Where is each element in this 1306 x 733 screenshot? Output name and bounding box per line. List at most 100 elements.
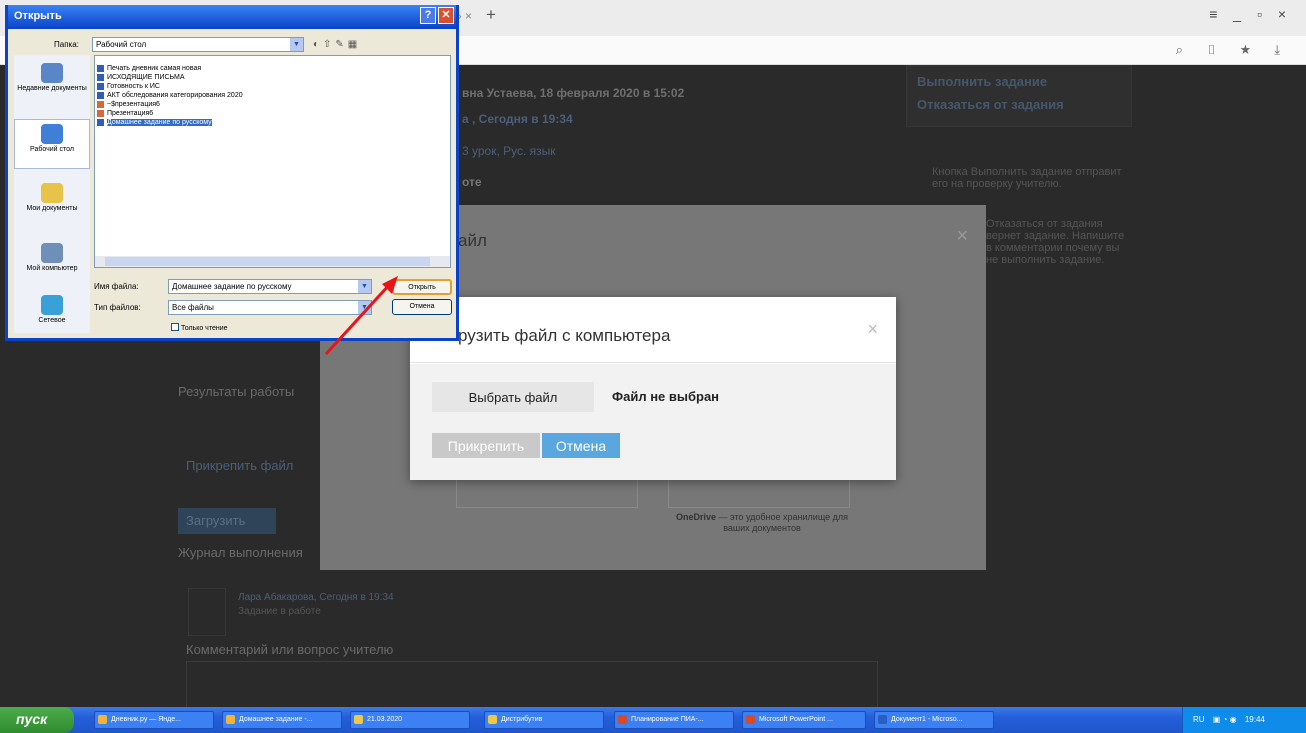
place-label: Рабочий стол bbox=[30, 146, 74, 153]
recent-documents-icon bbox=[41, 63, 63, 83]
place-network[interactable]: Сетевое bbox=[14, 291, 90, 341]
scrollbar-thumb[interactable] bbox=[105, 257, 430, 266]
refuse-task-link[interactable]: Отказаться от задания bbox=[907, 89, 1131, 112]
journal-entry-name[interactable]: Лара Абакарова, Сегодня в 19:34 bbox=[238, 592, 394, 603]
horizontal-scrollbar[interactable] bbox=[95, 256, 450, 267]
taskbar-item-label: Домашнее задание -... bbox=[239, 716, 313, 723]
file-name: ИСХОДЯЩИЕ ПИСЬМА bbox=[107, 74, 185, 81]
open-dialog-title: Открыть bbox=[14, 10, 62, 22]
lesson-link[interactable]: 3 урок, Рус. язык bbox=[462, 144, 556, 158]
place-recent-documents[interactable]: Недавние документы bbox=[14, 59, 90, 109]
task-update-link[interactable]: а , Сегодня в 19:34 bbox=[462, 112, 573, 126]
taskbar-item-label: Планирование ПИА-... bbox=[631, 716, 704, 723]
close-button[interactable]: ✕ bbox=[438, 7, 454, 24]
folder-icon bbox=[354, 715, 363, 724]
chevron-down-icon[interactable]: ▼ bbox=[290, 38, 303, 51]
choose-file-button[interactable]: Выбрать файл bbox=[432, 382, 594, 412]
complete-hint: Кнопка Выполнить задание отправит его на… bbox=[932, 166, 1122, 190]
filename-value: Домашнее задание по русскому bbox=[172, 282, 292, 291]
checkbox-icon[interactable] bbox=[171, 323, 179, 331]
clock[interactable]: 19:44 bbox=[1245, 715, 1265, 724]
open-dialog-titlebar[interactable]: Открыть ? ✕ bbox=[8, 5, 456, 29]
journal-avatar bbox=[188, 588, 226, 636]
taskbar-item[interactable]: Дневник.ру — Янде... bbox=[94, 711, 214, 729]
help-button[interactable]: ? bbox=[420, 7, 436, 24]
file-name: АКТ обследования категорирования 2020 bbox=[107, 92, 243, 99]
journal-label: Журнал выполнения bbox=[178, 545, 303, 560]
upload-button-bg[interactable]: Загрузить bbox=[178, 508, 276, 534]
tray-icons[interactable]: ▣ ◔ ◉ bbox=[1213, 715, 1237, 724]
close-icon[interactable]: × bbox=[867, 319, 878, 340]
folder-toolbar[interactable]: ◐⇧✎▦ bbox=[313, 39, 361, 50]
my-documents-icon bbox=[41, 183, 63, 203]
place-my-computer[interactable]: Мой компьютер bbox=[14, 239, 90, 289]
upload-dialog-header: рузить файл с компьютера × bbox=[410, 297, 896, 363]
folder-select[interactable]: Рабочий стол ▼ bbox=[92, 37, 304, 52]
taskbar-item-label: Дневник.ру — Янде... bbox=[111, 716, 181, 723]
my-computer-icon bbox=[41, 243, 63, 263]
onedrive-text: — это удобное хранилище для ваших докуме… bbox=[716, 512, 849, 533]
task-author-line: вна Устаева, 18 февраля 2020 в 15:02 bbox=[462, 86, 685, 100]
comment-textarea[interactable] bbox=[186, 661, 878, 707]
document-icon bbox=[97, 119, 104, 126]
close-icon[interactable]: × bbox=[956, 225, 968, 248]
new-tab-button[interactable]: + bbox=[486, 5, 496, 25]
file-item[interactable]: АКТ обследования категорирования 2020 bbox=[95, 91, 450, 100]
file-item[interactable]: ИСХОДЯЩИЕ ПИСЬМА bbox=[95, 73, 450, 82]
document-icon bbox=[97, 65, 104, 72]
browser-icon bbox=[226, 715, 235, 724]
place-my-documents[interactable]: Мои документы bbox=[14, 179, 90, 229]
file-name: Презентация6 bbox=[107, 110, 154, 117]
place-desktop[interactable]: Рабочий стол bbox=[14, 119, 90, 169]
taskbar-item[interactable]: 21.03.2020 bbox=[350, 711, 470, 729]
complete-task-link[interactable]: Выполнить задание bbox=[907, 66, 1131, 89]
places-bar: Недавние документы Рабочий стол Мои доку… bbox=[14, 55, 90, 333]
address-bar-icons[interactable]: ⌕ ▯ ★ ⤓ bbox=[1176, 42, 1290, 58]
taskbar-item[interactable]: Дистрибутив bbox=[484, 711, 604, 729]
section-heading: оте bbox=[462, 175, 482, 189]
taskbar-item-label: 21.03.2020 bbox=[367, 716, 403, 723]
taskbar-item-label: Microsoft PowerPoint ... bbox=[759, 716, 833, 723]
filetype-value: Все файлы bbox=[172, 303, 214, 312]
language-indicator[interactable]: RU bbox=[1193, 715, 1205, 724]
file-list[interactable]: Печать дневник самая новая ИСХОДЯЩИЕ ПИС… bbox=[94, 55, 451, 268]
taskbar-item[interactable]: Документ1 - Microso... bbox=[874, 711, 994, 729]
window-controls[interactable]: ≡ _ ▫ × bbox=[1209, 6, 1292, 22]
taskbar-item-label: Дистрибутив bbox=[501, 716, 543, 723]
start-button[interactable]: пуск bbox=[0, 707, 74, 733]
attach-button[interactable]: Прикрепить bbox=[432, 433, 540, 458]
taskbar-item[interactable]: Домашнее задание -... bbox=[222, 711, 342, 729]
presentation-icon bbox=[97, 110, 104, 117]
place-label: Недавние документы bbox=[17, 85, 87, 92]
readonly-checkbox[interactable]: Только чтение bbox=[171, 323, 228, 332]
computer-source-tile[interactable] bbox=[456, 480, 638, 508]
file-name: Печать дневник самая новая bbox=[107, 65, 202, 72]
place-label: Мой компьютер bbox=[26, 265, 78, 272]
readonly-label: Только чтение bbox=[181, 325, 228, 332]
file-item-selected[interactable]: Домашнее задание по русскому bbox=[95, 118, 450, 127]
task-update-line: а , Сегодня в 19:34 bbox=[462, 112, 573, 126]
arrow-shaft bbox=[324, 282, 392, 356]
file-item[interactable]: Презентация6 bbox=[95, 109, 450, 118]
attach-file-link[interactable]: Прикрепить файл bbox=[186, 458, 293, 473]
cancel-button[interactable]: Отмена bbox=[542, 433, 620, 458]
file-item[interactable]: Готовность к ИС bbox=[95, 82, 450, 91]
taskbar-item[interactable]: Microsoft PowerPoint ... bbox=[742, 711, 866, 729]
word-icon bbox=[878, 715, 887, 724]
task-actions-panel: Выполнить задание Отказаться от задания bbox=[906, 65, 1132, 127]
document-icon bbox=[97, 83, 104, 90]
file-item[interactable]: ~$презентация6 bbox=[95, 100, 450, 109]
red-arrow-annotation bbox=[324, 276, 398, 356]
powerpoint-icon bbox=[618, 715, 627, 724]
upload-dialog-title: рузить файл с компьютера bbox=[458, 326, 671, 345]
file-name: ~$презентация6 bbox=[107, 101, 160, 108]
taskbar-item[interactable]: Планирование ПИА-... bbox=[614, 711, 734, 729]
file-name: Готовность к ИС bbox=[107, 83, 160, 90]
results-label: Результаты работы bbox=[178, 384, 295, 399]
onedrive-source-tile[interactable] bbox=[668, 480, 850, 508]
file-item[interactable]: Печать дневник самая новая bbox=[95, 64, 450, 73]
comment-label: Комментарий или вопрос учителю bbox=[186, 642, 394, 657]
no-file-label: Файл не выбран bbox=[612, 389, 720, 404]
document-icon bbox=[97, 92, 104, 99]
journal-entry-status: Задание в работе bbox=[238, 606, 321, 617]
